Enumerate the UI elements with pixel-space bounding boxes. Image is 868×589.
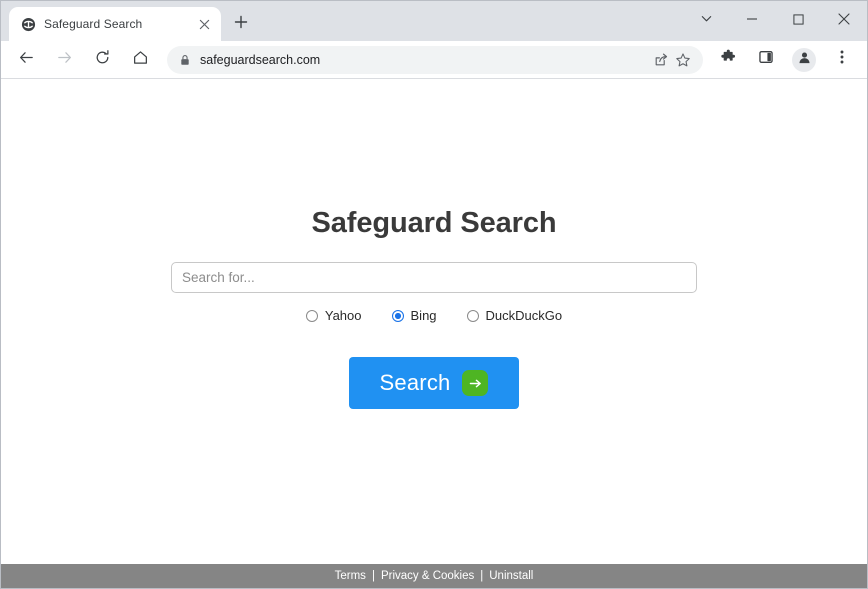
browser-window: Safeguard Search safeguardsearch.com Saf… [0, 0, 868, 589]
address-bar[interactable]: safeguardsearch.com [167, 45, 703, 74]
search-engine-label-yahoo: Yahoo [324, 308, 362, 323]
chevron-down-icon [700, 12, 713, 30]
reload-button[interactable] [86, 44, 118, 76]
address-bar-actions [653, 52, 691, 68]
lock-icon[interactable] [179, 54, 191, 66]
search-engine-options: Yahoo Bing DuckDuckGo [305, 308, 563, 323]
radio-yahoo[interactable] [305, 309, 318, 322]
search-engine-option-yahoo[interactable]: Yahoo [305, 308, 362, 323]
footer-separator-2: | [480, 570, 484, 582]
browser-menu-button[interactable] [826, 44, 858, 76]
minimize-icon [746, 12, 758, 30]
address-bar-url: safeguardsearch.com [200, 52, 321, 67]
search-button[interactable]: Search [349, 357, 519, 409]
back-button[interactable] [10, 44, 42, 76]
forward-arrow-icon [56, 49, 73, 71]
radio-bing[interactable] [391, 309, 404, 322]
new-tab-button[interactable] [227, 10, 255, 38]
close-icon[interactable] [195, 15, 213, 33]
side-panel-button[interactable] [750, 44, 782, 76]
browser-tab[interactable]: Safeguard Search [9, 7, 221, 41]
window-controls [683, 1, 867, 41]
close-window-button[interactable] [821, 5, 867, 38]
minimize-button[interactable] [729, 5, 775, 38]
toolbar-right-actions [709, 44, 861, 76]
page-viewport: Safeguard Search Yahoo Bing DuckDuckGo S [1, 79, 867, 588]
search-engine-label-duckduckgo: DuckDuckGo [485, 308, 563, 323]
forward-button[interactable] [48, 44, 80, 76]
footer-link-privacy[interactable]: Privacy & Cookies [381, 570, 474, 582]
home-button[interactable] [124, 44, 156, 76]
extensions-button[interactable] [712, 44, 744, 76]
globe-swirl-icon [20, 16, 36, 32]
right-arrow-icon [462, 370, 489, 396]
search-input[interactable] [171, 262, 697, 293]
radio-duckduckgo[interactable] [466, 309, 479, 322]
three-dots-menu-icon [834, 49, 850, 70]
tab-search-button[interactable] [683, 5, 729, 38]
puzzle-icon [720, 49, 737, 71]
maximize-icon [792, 12, 804, 30]
page-footer: Terms | Privacy & Cookies | Uninstall [1, 564, 867, 588]
search-engine-label-bing: Bing [410, 308, 437, 323]
maximize-button[interactable] [775, 5, 821, 38]
close-icon [838, 12, 850, 30]
search-engine-option-bing[interactable]: Bing [391, 308, 437, 323]
footer-links: Terms | Privacy & Cookies | Uninstall [335, 570, 534, 582]
footer-link-terms[interactable]: Terms [335, 570, 366, 582]
profile-button[interactable] [792, 47, 816, 72]
avatar-person-icon [797, 50, 812, 70]
tab-title: Safeguard Search [44, 17, 143, 31]
star-icon[interactable] [675, 52, 691, 68]
page-title: Safeguard Search [311, 207, 557, 239]
search-engine-option-duckduckgo[interactable]: DuckDuckGo [466, 308, 563, 323]
browser-toolbar: safeguardsearch.com [1, 41, 867, 79]
back-arrow-icon [18, 49, 35, 71]
footer-separator-1: | [371, 570, 375, 582]
home-icon [132, 49, 149, 71]
safeguard-search-page: Safeguard Search Yahoo Bing DuckDuckGo S [1, 79, 867, 564]
browser-titlebar: Safeguard Search [1, 1, 867, 41]
footer-link-uninstall[interactable]: Uninstall [489, 570, 533, 582]
reload-icon [94, 49, 111, 71]
share-icon[interactable] [653, 52, 669, 68]
plus-icon [234, 15, 248, 34]
search-button-label: Search [379, 370, 451, 395]
side-panel-icon [758, 49, 774, 70]
